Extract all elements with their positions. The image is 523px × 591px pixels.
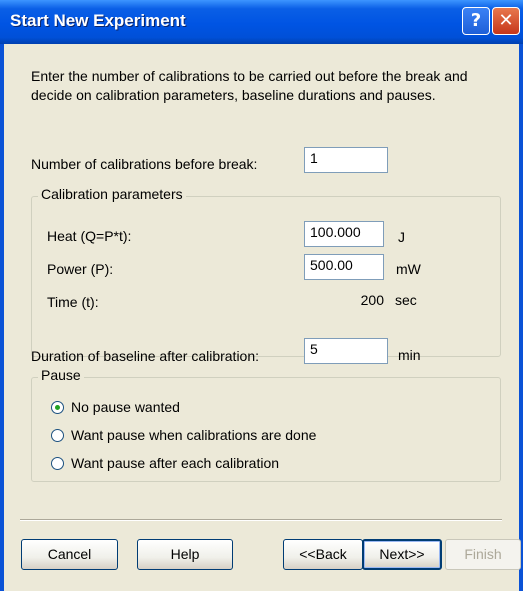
time-unit: sec bbox=[395, 292, 417, 308]
close-icon: ✕ bbox=[498, 10, 514, 31]
power-unit: mW bbox=[396, 261, 421, 277]
calibrations-input[interactable]: 1 bbox=[304, 147, 388, 173]
help-title-button[interactable]: ? bbox=[462, 7, 490, 35]
calibrations-label: Number of calibrations before break: bbox=[31, 156, 258, 172]
radio-selected-dot bbox=[55, 405, 60, 410]
time-value: 200 bbox=[360, 292, 384, 308]
question-mark-icon: ? bbox=[470, 10, 482, 31]
time-label: Time (t): bbox=[47, 294, 99, 310]
title-bar[interactable]: Start New Experiment ? ✕ bbox=[0, 0, 523, 44]
baseline-unit: min bbox=[398, 347, 421, 363]
radio-button[interactable] bbox=[51, 401, 64, 414]
radio-button[interactable] bbox=[51, 429, 64, 442]
intro-text: Enter the number of calibrations to be c… bbox=[31, 68, 468, 103]
start-new-experiment-dialog: Start New Experiment ? ✕ Enter the numbe… bbox=[0, 0, 523, 591]
window-title: Start New Experiment bbox=[10, 11, 186, 30]
next-button[interactable]: Next>> bbox=[362, 539, 442, 570]
back-button[interactable]: <<Back bbox=[283, 539, 363, 570]
calibration-parameters-legend: Calibration parameters bbox=[38, 186, 186, 202]
help-button[interactable]: Help bbox=[137, 539, 233, 570]
radio-label[interactable]: Want pause after each calibration bbox=[71, 455, 279, 471]
button-separator bbox=[20, 519, 502, 521]
close-title-button[interactable]: ✕ bbox=[492, 7, 520, 35]
heat-input[interactable]: 100.000 bbox=[304, 221, 384, 247]
power-label: Power (P): bbox=[47, 261, 114, 277]
power-input[interactable]: 500.00 bbox=[304, 254, 384, 280]
window-frame-right bbox=[519, 44, 523, 591]
radio-label[interactable]: No pause wanted bbox=[71, 399, 180, 415]
pause-legend: Pause bbox=[38, 367, 84, 383]
heat-unit: J bbox=[398, 229, 405, 245]
baseline-input[interactable]: 5 bbox=[304, 338, 388, 364]
radio-button[interactable] bbox=[51, 457, 64, 470]
baseline-label: Duration of baseline after calibration: bbox=[31, 348, 260, 364]
cancel-button[interactable]: Cancel bbox=[21, 539, 118, 570]
radio-label[interactable]: Want pause when calibrations are done bbox=[71, 427, 316, 443]
heat-label: Heat (Q=P*t): bbox=[47, 228, 132, 244]
window-frame-left bbox=[0, 44, 4, 591]
finish-button: Finish bbox=[445, 539, 521, 570]
